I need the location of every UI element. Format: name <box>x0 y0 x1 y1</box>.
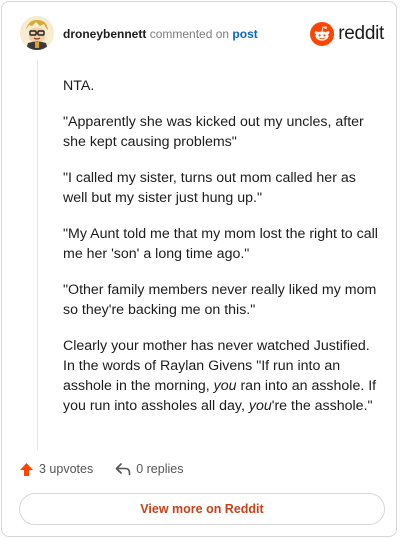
username-link[interactable]: droneybennett <box>63 27 146 41</box>
avatar[interactable] <box>20 16 54 50</box>
comment-byline: droneybennett commented on post <box>63 27 258 41</box>
comment-paragraph: "Other family members never really liked… <box>63 282 377 318</box>
reply-count: 0 replies <box>136 462 184 476</box>
emphasis-text: you <box>248 398 272 414</box>
comment-card: droneybennett commented on post reddit N… <box>1 1 397 537</box>
comment-paragraph: "Apparently she was kicked out my uncles… <box>63 114 364 150</box>
byline-verb: commented on <box>149 27 230 41</box>
reddit-alien-icon <box>310 22 335 46</box>
comment-header: droneybennett commented on post reddit <box>20 16 384 52</box>
comment-actions: 3 upvotes 0 replies <box>19 459 183 479</box>
comment-paragraph: NTA. <box>63 78 95 94</box>
upvote-arrow-icon <box>20 462 33 476</box>
comment-paragraph: Clearly your mother has never watched Ju… <box>63 336 381 416</box>
quote-text: 're the asshole." <box>271 398 373 414</box>
upvote-count: 3 upvotes <box>39 462 94 476</box>
comment-paragraph: "My Aunt told me that my mom lost the ri… <box>63 226 378 262</box>
view-more-button[interactable]: View more on Reddit <box>19 493 385 525</box>
reddit-logo[interactable]: reddit <box>310 22 384 46</box>
cartoon-avatar-icon <box>20 16 54 50</box>
comment-body: NTA. "Apparently she was kicked out my u… <box>63 76 381 432</box>
post-link[interactable]: post <box>232 27 257 41</box>
logo-wordmark: reddit <box>338 23 384 44</box>
emphasis-text: you <box>213 378 237 394</box>
comment-paragraph: "I called my sister, turns out mom calle… <box>63 170 356 206</box>
upvote-button[interactable]: 3 upvotes <box>19 462 93 477</box>
reply-arrow-icon <box>115 463 131 476</box>
thread-line[interactable] <box>37 60 38 450</box>
reply-button[interactable]: 0 replies <box>115 462 183 476</box>
